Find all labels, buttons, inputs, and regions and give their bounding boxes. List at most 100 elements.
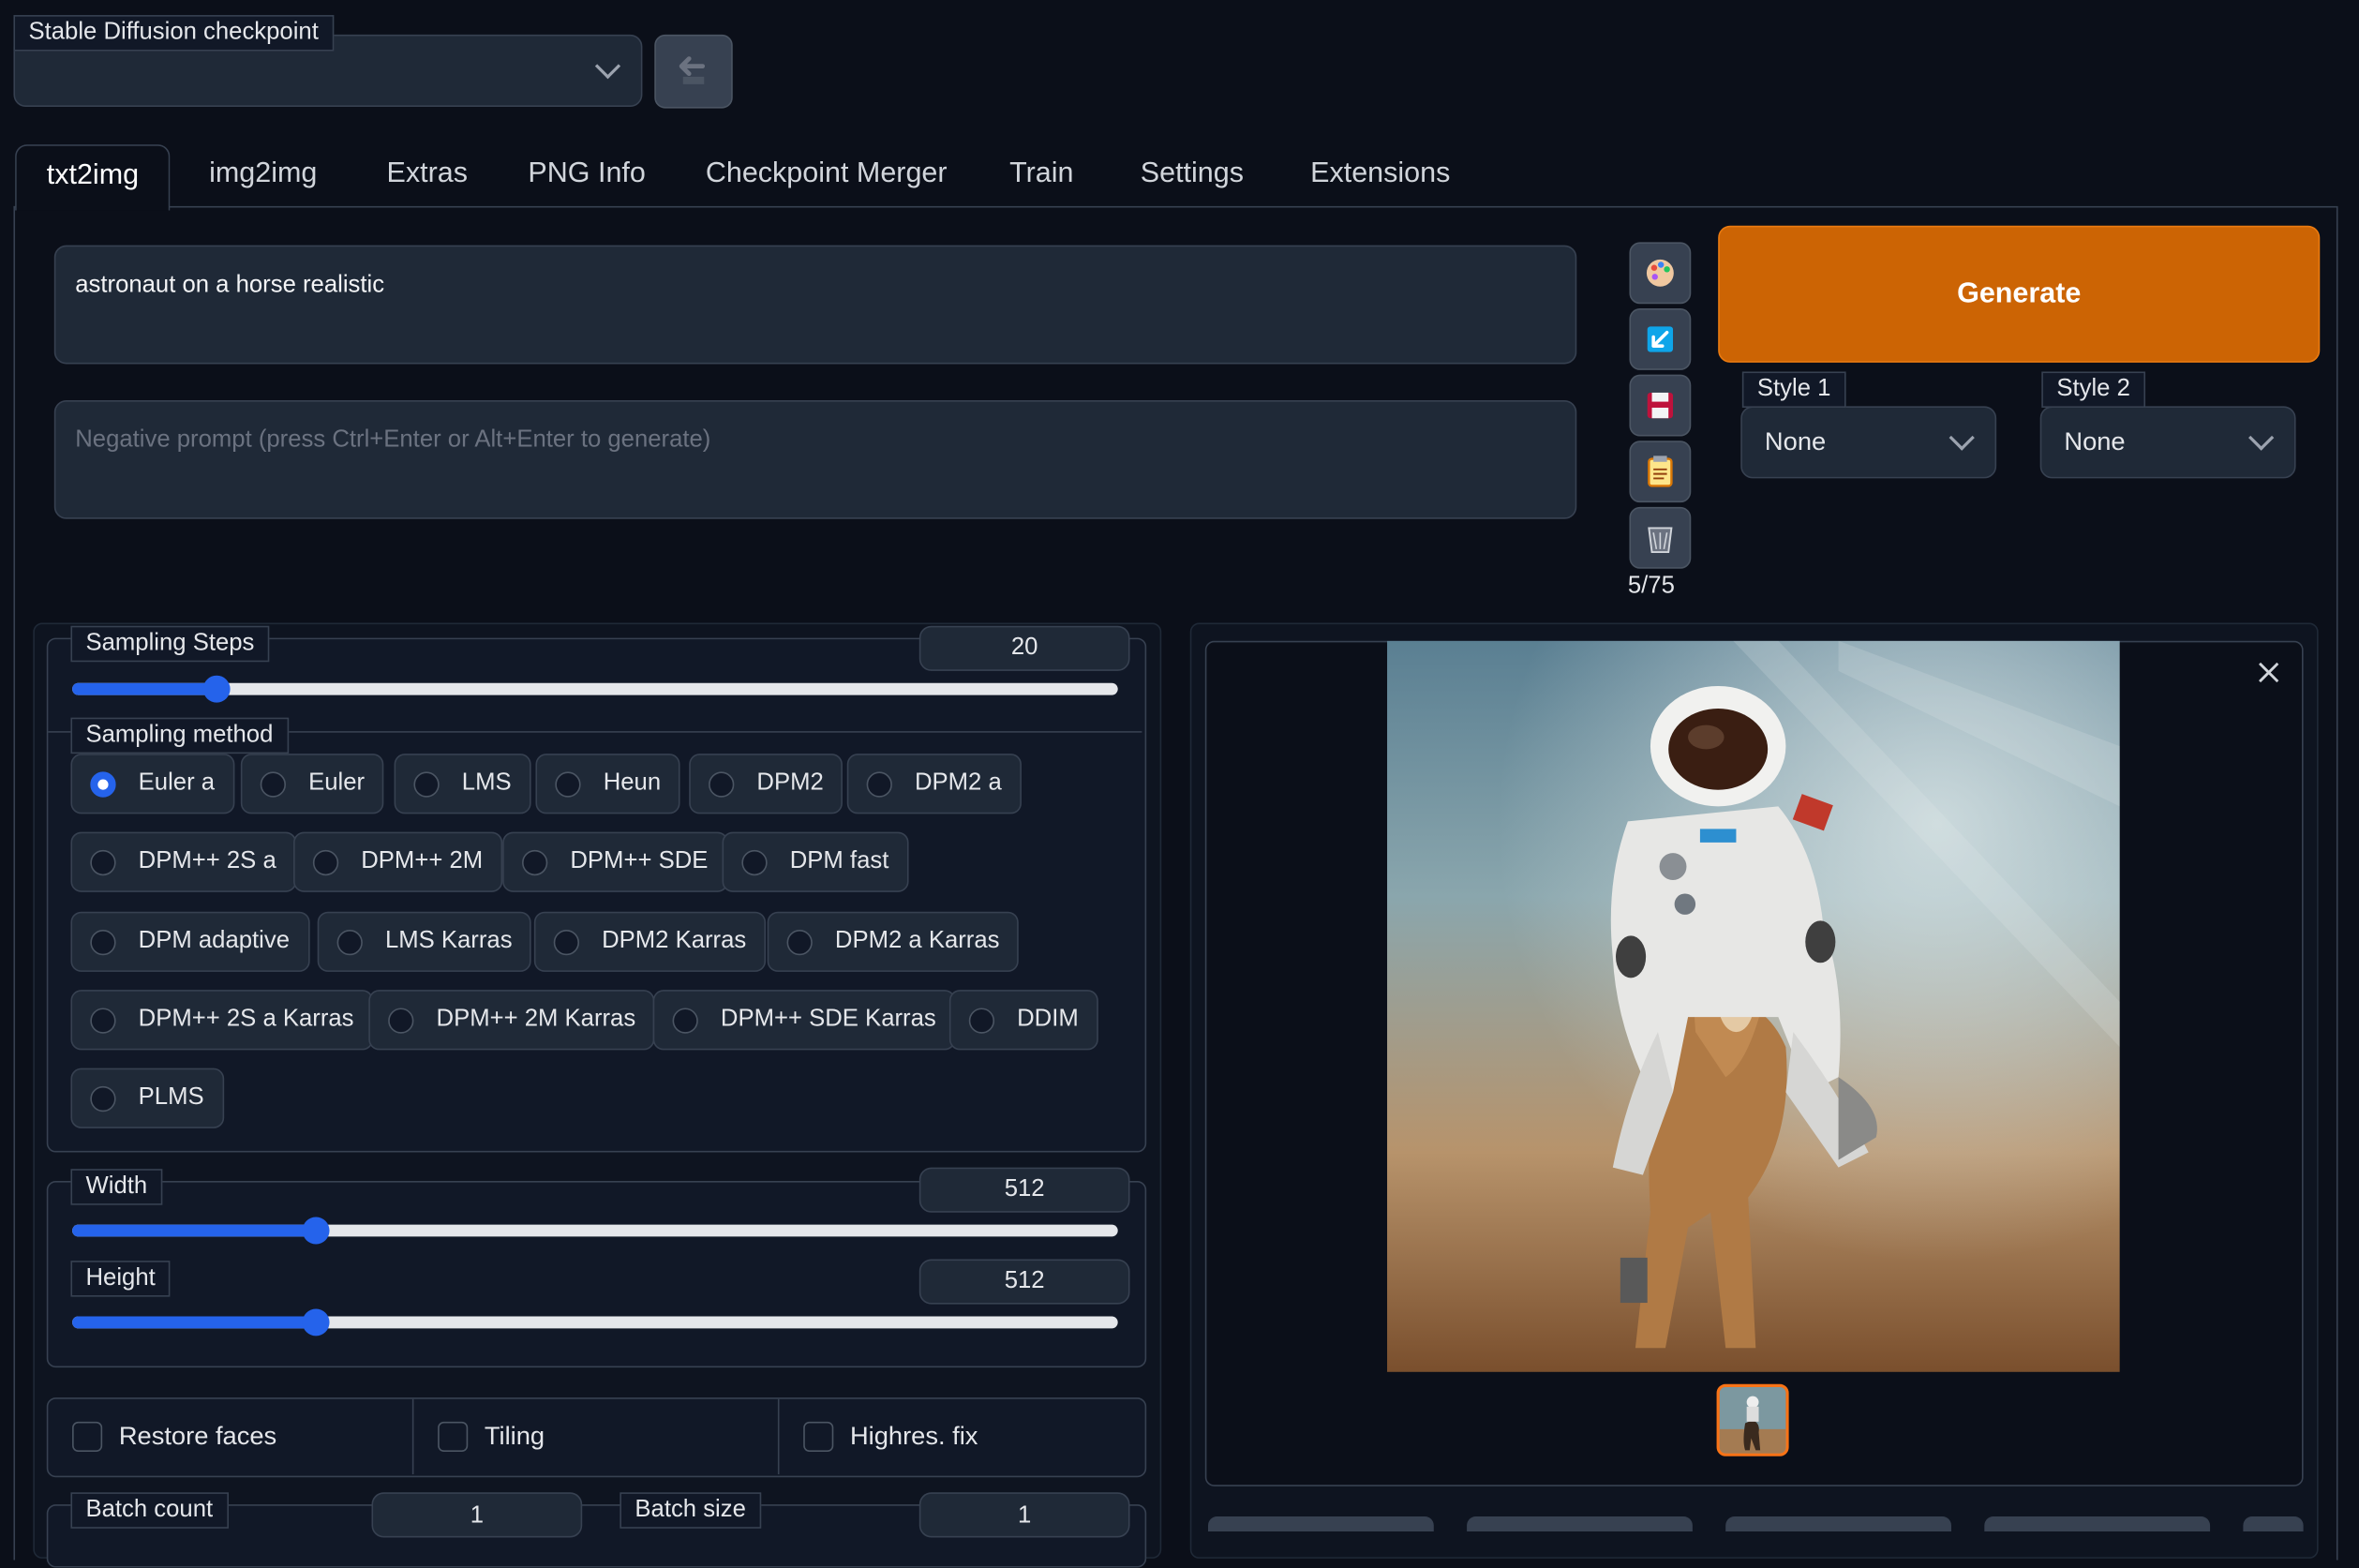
generated-image[interactable]: [1387, 640, 2120, 1372]
width-fill: [72, 1224, 316, 1237]
sampler-euler[interactable]: Euler: [240, 754, 384, 814]
tiling-label: Tiling: [484, 1421, 545, 1451]
height-thumb[interactable]: [302, 1308, 330, 1337]
sampler-dpm-adaptive[interactable]: DPM adaptive: [70, 911, 309, 972]
width-slider[interactable]: [72, 1217, 1118, 1245]
height-fill: [72, 1316, 316, 1329]
radio-dot: [672, 1007, 698, 1033]
sampler-dpm2[interactable]: DPM2: [689, 754, 844, 814]
generate-button[interactable]: Generate: [1718, 225, 2321, 363]
negative-prompt-input[interactable]: Negative prompt (press Ctrl+Enter or Alt…: [53, 399, 1577, 519]
batch-count-label: Batch count: [70, 1492, 229, 1529]
sampler-label: Euler: [308, 769, 366, 797]
style2-value: None: [2064, 426, 2126, 456]
sampler-label: DPM fast: [789, 848, 889, 874]
radio-dot: [413, 770, 440, 797]
restore-faces-label: Restore faces: [118, 1421, 277, 1451]
divider: [777, 1398, 780, 1475]
chevron-down-icon: [1948, 425, 1975, 451]
restore-faces-checkbox[interactable]: Restore faces: [72, 1399, 276, 1474]
tab-png-info[interactable]: PNG Info: [528, 144, 645, 207]
sampling-steps-fill: [72, 682, 217, 695]
prompt-input[interactable]: astronaut on a horse realistic: [53, 245, 1577, 365]
sampler-lms-karras[interactable]: LMS Karras: [317, 911, 532, 972]
tab-txt2img[interactable]: txt2img: [15, 144, 171, 211]
send-arrow-button[interactable]: [1629, 308, 1692, 370]
trash-icon: [1648, 527, 1673, 554]
checkbox-box: [72, 1421, 103, 1452]
sampler-label: DPM2 a: [914, 769, 1002, 797]
radio-dot: [90, 1007, 116, 1033]
tab-img2img[interactable]: img2img: [209, 144, 317, 207]
width-label: Width: [70, 1169, 163, 1205]
sampling-steps-input[interactable]: 20: [918, 625, 1130, 671]
sampler-label: PLMS: [138, 1084, 204, 1111]
style2-dropdown[interactable]: None: [2039, 406, 2296, 479]
sampler-dpmpp-sde-karras[interactable]: DPM++ SDE Karras: [652, 990, 956, 1051]
apply-style-button[interactable]: [1629, 441, 1692, 503]
action-button-partial[interactable]: [1984, 1516, 2211, 1532]
radio-dot: [786, 929, 813, 955]
sampler-label: DPM2 a Karras: [834, 928, 1000, 954]
save-style-button[interactable]: [1629, 374, 1692, 437]
radio-dot: [388, 1007, 414, 1033]
palette-button[interactable]: [1629, 242, 1692, 305]
sampler-label: Heun: [603, 769, 662, 797]
tiling-checkbox[interactable]: Tiling: [438, 1399, 545, 1474]
action-button-partial[interactable]: [1207, 1516, 1434, 1532]
highres-fix-checkbox[interactable]: Highres. fix: [803, 1399, 978, 1474]
sampler-label: LMS: [461, 769, 512, 797]
tab-train[interactable]: Train: [1009, 144, 1073, 207]
radio-dot: [709, 770, 735, 797]
batch-count-input[interactable]: 1: [371, 1492, 583, 1538]
radio-dot: [336, 929, 363, 955]
width-thumb[interactable]: [302, 1217, 330, 1245]
action-button-partial[interactable]: [2243, 1516, 2304, 1532]
sampler-label: DPM++ SDE Karras: [720, 1006, 936, 1033]
sampler-dpmpp-2s-a-karras[interactable]: DPM++ 2S a Karras: [70, 990, 374, 1051]
sampler-dpmpp-2m[interactable]: DPM++ 2M: [293, 831, 503, 892]
sampler-dpm2-a[interactable]: DPM2 a: [846, 754, 1022, 814]
sampling-steps-label: Sampling Steps: [70, 625, 270, 663]
sampler-ddim[interactable]: DDIM: [948, 990, 1098, 1051]
style2-label: Style 2: [2041, 371, 2145, 408]
radio-dot: [553, 929, 580, 955]
sampler-dpm2-a-karras[interactable]: DPM2 a Karras: [767, 911, 1020, 972]
sampler-lms[interactable]: LMS: [394, 754, 531, 814]
batch-size-input[interactable]: 1: [918, 1492, 1130, 1538]
tab-checkpoint-merger[interactable]: Checkpoint Merger: [706, 144, 948, 207]
thumbnail-image: [1719, 1386, 1786, 1454]
tab-extras[interactable]: Extras: [387, 144, 468, 207]
sampler-dpm2-karras[interactable]: DPM2 Karras: [533, 911, 767, 972]
tab-extensions[interactable]: Extensions: [1310, 144, 1450, 207]
sampler-heun[interactable]: Heun: [535, 754, 680, 814]
chevron-down-icon: [2248, 425, 2275, 451]
close-icon[interactable]: [2252, 656, 2285, 689]
tab-settings[interactable]: Settings: [1141, 144, 1244, 207]
palette-icon: [1646, 259, 1674, 287]
clear-button[interactable]: [1629, 506, 1692, 569]
refresh-icon: [679, 56, 706, 84]
width-input[interactable]: 512: [918, 1167, 1130, 1213]
sampler-label: Euler a: [138, 769, 216, 797]
sampling-method-label: Sampling method: [70, 717, 289, 754]
height-input[interactable]: 512: [918, 1259, 1130, 1305]
sampling-steps-slider[interactable]: [72, 675, 1118, 703]
sampler-label: DPM++ 2S a Karras: [138, 1006, 354, 1033]
action-button-partial[interactable]: [1725, 1516, 1951, 1532]
radio-dot-selected: [90, 770, 116, 797]
sampler-euler-a[interactable]: Euler a: [70, 754, 234, 814]
sampling-steps-thumb[interactable]: [202, 675, 231, 703]
style1-dropdown[interactable]: None: [1740, 406, 1997, 479]
refresh-checkpoint-button[interactable]: [654, 34, 733, 109]
gallery-thumbnail[interactable]: [1716, 1383, 1789, 1456]
height-slider[interactable]: [72, 1308, 1118, 1337]
sampler-dpmpp-2m-karras[interactable]: DPM++ 2M Karras: [368, 990, 656, 1051]
action-button-partial[interactable]: [1467, 1516, 1693, 1532]
sampler-plms[interactable]: PLMS: [70, 1068, 224, 1128]
sampler-dpmpp-2s-a[interactable]: DPM++ 2S a: [70, 831, 296, 892]
prompt-text: astronaut on a horse realistic: [75, 272, 385, 298]
sampler-label: DPM2: [756, 769, 824, 797]
sampler-dpm-fast[interactable]: DPM fast: [722, 831, 909, 892]
sampler-dpmpp-sde[interactable]: DPM++ SDE: [502, 831, 728, 892]
